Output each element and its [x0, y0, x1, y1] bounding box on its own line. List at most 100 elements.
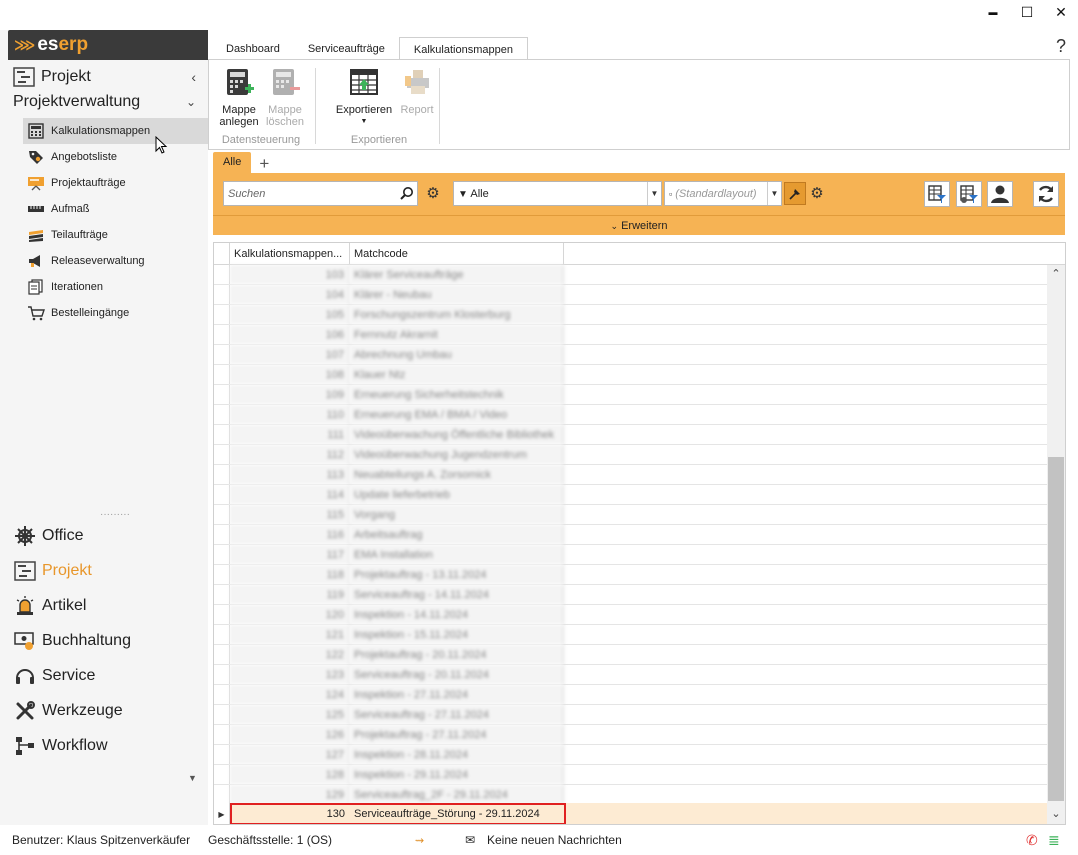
refresh-button[interactable] [1033, 181, 1059, 207]
scroll-up-icon[interactable]: ⌃ [1047, 267, 1065, 283]
database-icon[interactable]: ≣ [1048, 832, 1060, 849]
cell-nr[interactable]: 118 [230, 565, 350, 584]
module-office[interactable]: Office [0, 518, 208, 553]
cell-matchcode[interactable]: EMA Installation [350, 545, 564, 564]
table-row[interactable]: 115 Vorgang [214, 505, 1048, 525]
filter-tab-alle[interactable]: Alle [213, 152, 252, 173]
cell-matchcode[interactable]: Inspektion - 14.11.2024 [350, 605, 564, 624]
table-row[interactable]: 114 Update lieferbetrieb [214, 485, 1048, 505]
cell-nr[interactable]: 120 [230, 605, 350, 624]
tab-dashboard[interactable]: Dashboard [212, 37, 294, 60]
cell-nr[interactable]: 107 [230, 345, 350, 364]
cell-nr[interactable]: 122 [230, 645, 350, 664]
add-filter-tab-button[interactable]: + [259, 154, 269, 173]
cell-nr[interactable]: 103 [230, 265, 350, 284]
sidebar-scroll-down-icon[interactable]: ▼ [188, 773, 197, 783]
sidebar-section-projektverwaltung[interactable]: Projektverwaltung ⌄ [0, 90, 208, 114]
cell-matchcode[interactable]: Neuabteilungs A. Zorsomick [350, 465, 564, 484]
table-row[interactable]: 121 Inspektion - 15.11.2024 [214, 625, 1048, 645]
cell-matchcode[interactable]: Abrechnung Umbau [350, 345, 564, 364]
cell-matchcode[interactable]: Erneuerung Sicherheitstechnik [350, 385, 564, 404]
cell-nr[interactable]: 108 [230, 365, 350, 384]
cell-matchcode[interactable]: Klärer Serviceaufträge [350, 265, 564, 284]
table-row[interactable]: 129 Serviceauftrag_2F - 29.11.2024 [214, 785, 1048, 805]
sidebar-header-projekt[interactable]: Projekt ‹ [0, 64, 208, 90]
table-row[interactable]: 117 EMA Installation [214, 545, 1048, 565]
cell-matchcode[interactable]: Serviceauftrag_2F - 29.11.2024 [350, 785, 564, 804]
cell-matchcode[interactable]: Vorgang [350, 505, 564, 524]
cell-nr[interactable]: 126 [230, 725, 350, 744]
sidebar-item-kalkulationsmappen[interactable]: Kalkulationsmappen [23, 118, 208, 144]
status-messages[interactable]: Keine neuen Nachrichten [487, 833, 622, 847]
layout-settings-gear-icon[interactable]: ⚙ [807, 183, 827, 203]
table-row[interactable]: 116 Arbeitsauftrag [214, 525, 1048, 545]
table-row[interactable]: 109 Erneuerung Sicherheitstechnik [214, 385, 1048, 405]
cell-matchcode[interactable]: Videoüberwachung Öffentliche Bibliothek [350, 425, 564, 444]
table-row[interactable]: 113 Neuabteilungs A. Zorsomick [214, 465, 1048, 485]
chevron-down-icon[interactable]: ▼ [647, 182, 661, 205]
table-row[interactable]: 125 Serviceauftrag - 27.11.2024 [214, 705, 1048, 725]
table-row[interactable]: 106 Fernnutz Akrarnit [214, 325, 1048, 345]
table-row[interactable]: 128 Inspektion - 29.11.2024 [214, 765, 1048, 785]
table-row[interactable]: 120 Inspektion - 14.11.2024 [214, 605, 1048, 625]
table-row[interactable]: 112 Videoüberwachung Jugendzentrum [214, 445, 1048, 465]
cell-nr[interactable]: 125 [230, 705, 350, 724]
module-projekt[interactable]: Projekt [0, 553, 208, 588]
sidebar-item-projektauftraege[interactable]: Projektaufträge [23, 170, 208, 196]
cell-nr[interactable]: 115 [230, 505, 350, 524]
cell-matchcode[interactable]: Inspektion - 28.11.2024 [350, 745, 564, 764]
exportieren-button[interactable]: Exportieren ▼ [325, 66, 403, 128]
cell-matchcode[interactable]: Inspektion - 27.11.2024 [350, 685, 564, 704]
table-row[interactable]: 111 Videoüberwachung Öffentliche Biblioth… [214, 425, 1048, 445]
cell-nr[interactable]: 121 [230, 625, 350, 644]
search-settings-gear-icon[interactable]: ⚙ [423, 183, 443, 203]
table-row[interactable]: 118 Projektauftrag - 13.11.2024 [214, 565, 1048, 585]
cell-nr[interactable]: 109 [230, 385, 350, 404]
column-header-kalkulationsmappen[interactable]: Kalkulationsmappen... [230, 243, 350, 264]
cell-nr[interactable]: 128 [230, 765, 350, 784]
module-buchhaltung[interactable]: Buchhaltung [0, 623, 208, 658]
status-transfer-icon[interactable]: ⇝ [415, 834, 424, 847]
chevron-down-icon[interactable]: ⌄ [186, 95, 196, 109]
cell-nr[interactable]: 111 [230, 425, 350, 444]
cell-matchcode[interactable]: Klauer Ntz [350, 365, 564, 384]
table-row[interactable]: 122 Projektauftrag - 20.11.2024 [214, 645, 1048, 665]
cell-matchcode[interactable]: Projektauftrag - 20.11.2024 [350, 645, 564, 664]
scroll-thumb[interactable] [1048, 457, 1064, 801]
cell-matchcode[interactable]: Klärer - Neubau [350, 285, 564, 304]
tab-serviceauftraege[interactable]: Serviceaufträge [294, 37, 399, 60]
table-row[interactable]: 119 Serviceauftrag - 14.11.2024 [214, 585, 1048, 605]
cell-matchcode[interactable]: Inspektion - 15.11.2024 [350, 625, 564, 644]
cell-matchcode[interactable]: Projektauftrag - 13.11.2024 [350, 565, 564, 584]
module-werkzeuge[interactable]: Werkzeuge [0, 693, 208, 728]
cell-nr[interactable]: 113 [230, 465, 350, 484]
cell-matchcode[interactable]: Fernnutz Akrarnit [350, 325, 564, 344]
search-input[interactable]: Suchen [223, 181, 418, 206]
module-workflow[interactable]: Workflow [0, 728, 208, 763]
search-icon[interactable] [400, 186, 414, 200]
filter-select[interactable]: ▼ Alle ▼ [453, 181, 662, 206]
sidebar-item-angebotsliste[interactable]: Angebotsliste [23, 144, 208, 170]
cell-nr[interactable]: 105 [230, 305, 350, 324]
table-row[interactable]: 126 Projektauftrag - 27.11.2024 [214, 725, 1048, 745]
cell-matchcode[interactable]: Forschungszentrum Klosterburg [350, 305, 564, 324]
cell-nr[interactable]: 116 [230, 525, 350, 544]
layout-pin-button[interactable] [784, 182, 806, 205]
maximize-button[interactable]: ☐ [1010, 0, 1044, 24]
table-row[interactable]: 127 Inspektion - 28.11.2024 [214, 745, 1048, 765]
cell-nr[interactable]: 124 [230, 685, 350, 704]
column-header-matchcode[interactable]: Matchcode [350, 243, 564, 264]
vertical-scrollbar[interactable]: ⌃ ⌄ [1047, 265, 1065, 824]
cell-matchcode[interactable]: Inspektion - 29.11.2024 [350, 765, 564, 784]
filter-table-button[interactable] [924, 181, 950, 207]
cell-nr[interactable]: 106 [230, 325, 350, 344]
cell-matchcode[interactable]: Serviceauftrag - 27.11.2024 [350, 705, 564, 724]
cell-nr[interactable]: 114 [230, 485, 350, 504]
table-row[interactable]: 110 Erneuerung EMA / BMA / Video [214, 405, 1048, 425]
phone-icon[interactable]: ✆ [1026, 832, 1038, 849]
filter-table-settings-button[interactable] [956, 181, 982, 207]
table-row[interactable]: 123 Serviceauftrag - 20.11.2024 [214, 665, 1048, 685]
table-row[interactable]: 124 Inspektion - 27.11.2024 [214, 685, 1048, 705]
sidebar-item-iterationen[interactable]: Iterationen [23, 274, 208, 300]
cell-nr[interactable]: 117 [230, 545, 350, 564]
